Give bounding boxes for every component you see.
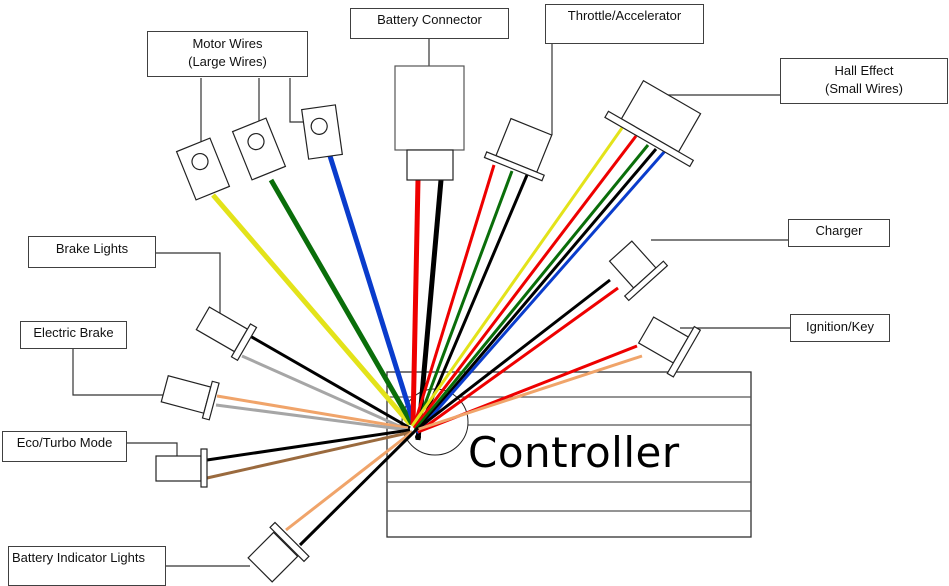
label-eco-turbo: Eco/Turbo Mode — [2, 431, 127, 462]
label-motor-wires: Motor Wires (Large Wires) — [147, 31, 308, 77]
throttle-body — [483, 117, 553, 182]
hall-effect-body — [604, 79, 702, 168]
wire-hub — [415, 434, 421, 440]
label-battery-indicator: Battery Indicator Lights — [8, 546, 166, 586]
wire-motor-wires-blue — [327, 155, 417, 425]
charger-body — [608, 240, 669, 302]
label-ignition: Ignition/Key — [790, 314, 890, 342]
motor-lug-green — [231, 117, 287, 181]
brake-lights-body — [195, 306, 258, 362]
label-charger: Charger — [788, 219, 890, 247]
electric-brake-body — [160, 374, 220, 421]
label-electric-brake: Electric Brake — [20, 321, 127, 349]
label-throttle: Throttle/Accelerator — [545, 4, 704, 44]
controller-label: Controller — [468, 428, 680, 477]
label-hall-effect: Hall Effect (Small Wires) — [780, 58, 948, 104]
label-battery-connector: Battery Connector — [350, 8, 509, 39]
eco-turbo-body — [155, 448, 208, 488]
ignition-body — [637, 316, 702, 378]
label-brake-lights: Brake Lights — [28, 236, 156, 268]
motor-lug-yellow — [175, 137, 231, 201]
battery-connector-body — [394, 65, 465, 181]
battery-indicator-body — [247, 521, 310, 583]
motor-lug-blue — [301, 104, 343, 160]
